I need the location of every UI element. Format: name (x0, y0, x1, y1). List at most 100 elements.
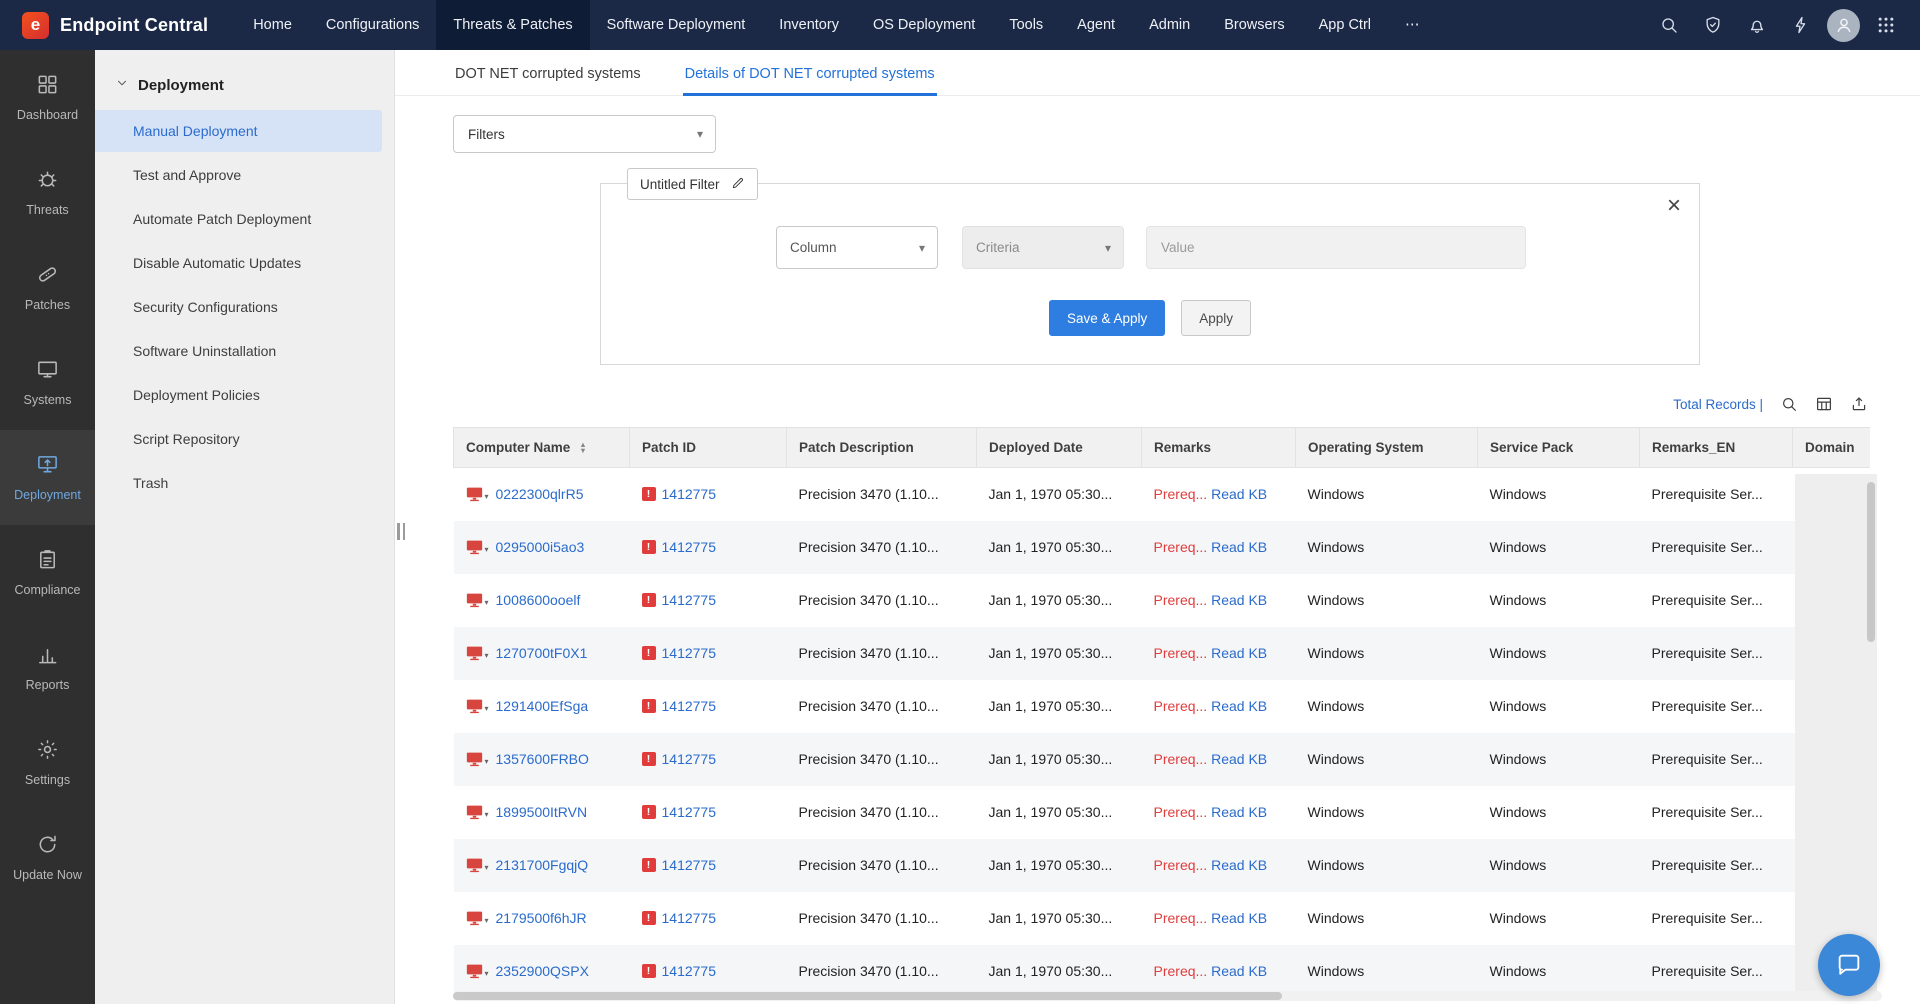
column-header-remarks-en[interactable]: Remarks_EN (1639, 427, 1793, 468)
read-kb-link[interactable]: Read KB (1211, 804, 1267, 820)
horizontal-scrollbar[interactable] (453, 991, 1882, 1001)
patch-id-link[interactable]: 1412775 (662, 486, 717, 502)
close-filter-icon[interactable]: × (1667, 194, 1681, 218)
read-kb-link[interactable]: Read KB (1211, 963, 1267, 979)
nav-item-home[interactable]: Home (236, 0, 309, 50)
computer-name-link[interactable]: 2179500f6hJR (496, 910, 587, 926)
nav-item-os-deployment[interactable]: OS Deployment (856, 0, 992, 50)
device-menu-caret-icon[interactable]: ▾ (485, 545, 489, 554)
computer-name-link[interactable]: 2131700FgqjQ (496, 857, 589, 873)
read-kb-link[interactable]: Read KB (1211, 592, 1267, 608)
sidebar-item-deployment-policies[interactable]: Deployment Policies (95, 374, 382, 416)
column-chooser-icon[interactable] (1815, 395, 1833, 413)
nav-item-inventory[interactable]: Inventory (762, 0, 856, 50)
computer-name-link[interactable]: 1291400EfSga (496, 698, 589, 714)
computer-name-link[interactable]: 1270700tF0X1 (496, 645, 588, 661)
nav-item-more[interactable]: ⋯ (1388, 0, 1437, 50)
rail-item-dashboard[interactable]: Dashboard (0, 50, 95, 145)
read-kb-link[interactable]: Read KB (1211, 486, 1267, 502)
total-records-link[interactable]: Total Records | (1673, 397, 1763, 412)
computer-name-link[interactable]: 1357600FRBO (496, 751, 589, 767)
sidebar-item-manual-deployment[interactable]: Manual Deployment (95, 110, 382, 152)
notifications-icon[interactable] (1739, 7, 1775, 43)
sidebar-section-header[interactable]: Deployment (95, 50, 394, 110)
device-menu-caret-icon[interactable]: ▾ (485, 598, 489, 607)
rail-item-compliance[interactable]: Compliance (0, 525, 95, 620)
nav-item-configurations[interactable]: Configurations (309, 0, 437, 50)
column-header-deployed-date[interactable]: Deployed Date (976, 427, 1142, 468)
read-kb-link[interactable]: Read KB (1211, 698, 1267, 714)
rail-item-patches[interactable]: Patches (0, 240, 95, 335)
sidebar-item-test-and-approve[interactable]: Test and Approve (95, 154, 382, 196)
search-records-icon[interactable] (1780, 395, 1798, 413)
search-icon[interactable] (1651, 7, 1687, 43)
column-header-remarks[interactable]: Remarks (1141, 427, 1296, 468)
panel-resize-handle[interactable] (397, 523, 405, 540)
quick-actions-icon[interactable] (1783, 7, 1819, 43)
device-menu-caret-icon[interactable]: ▾ (485, 651, 489, 660)
device-menu-caret-icon[interactable]: ▾ (485, 757, 489, 766)
computer-name-link[interactable]: 0295000i5ao3 (496, 539, 585, 555)
nav-item-tools[interactable]: Tools (992, 0, 1060, 50)
tab-details-of-dot-net-corrupted-systems[interactable]: Details of DOT NET corrupted systems (682, 56, 937, 96)
device-menu-caret-icon[interactable]: ▾ (485, 863, 489, 872)
device-menu-caret-icon[interactable]: ▾ (485, 969, 489, 978)
nav-item-threats-patches[interactable]: Threats & Patches (436, 0, 590, 50)
apps-grid-icon[interactable] (1868, 7, 1904, 43)
assistant-fab[interactable] (1818, 934, 1880, 996)
column-select[interactable]: Column ▾ (776, 226, 938, 269)
read-kb-link[interactable]: Read KB (1211, 910, 1267, 926)
sidebar-item-software-uninstallation[interactable]: Software Uninstallation (95, 330, 382, 372)
edit-filter-icon[interactable] (731, 176, 745, 193)
sidebar-item-security-configurations[interactable]: Security Configurations (95, 286, 382, 328)
brand[interactable]: e Endpoint Central (0, 0, 236, 50)
value-input[interactable] (1146, 226, 1526, 269)
horizontal-scroll-thumb[interactable] (453, 992, 1282, 1000)
patch-id-link[interactable]: 1412775 (662, 857, 717, 873)
nav-item-app-ctrl[interactable]: App Ctrl (1302, 0, 1388, 50)
column-header-computer-name[interactable]: Computer Name ▲ ▼ (453, 427, 630, 468)
sort-arrows-icon[interactable]: ▲ ▼ (579, 441, 586, 455)
table-vertical-scrollbar[interactable] (1795, 474, 1877, 992)
sidebar-item-trash[interactable]: Trash (95, 462, 382, 504)
export-icon[interactable] (1850, 395, 1868, 413)
patch-id-link[interactable]: 1412775 (662, 963, 717, 979)
device-menu-caret-icon[interactable]: ▾ (485, 810, 489, 819)
nav-item-agent[interactable]: Agent (1060, 0, 1132, 50)
rail-item-update-now[interactable]: Update Now (0, 810, 95, 905)
rail-item-threats[interactable]: Threats (0, 145, 95, 240)
device-menu-caret-icon[interactable]: ▾ (485, 704, 489, 713)
rail-item-deployment[interactable]: Deployment (0, 430, 95, 525)
rail-item-systems[interactable]: Systems (0, 335, 95, 430)
vertical-scroll-thumb[interactable] (1867, 482, 1875, 642)
column-header-patch-id[interactable]: Patch ID (629, 427, 787, 468)
nav-item-software-deployment[interactable]: Software Deployment (590, 0, 763, 50)
filter-name-chip[interactable]: Untitled Filter (627, 168, 758, 200)
criteria-select[interactable]: Criteria ▾ (962, 226, 1124, 269)
column-header-operating-system[interactable]: Operating System (1295, 427, 1478, 468)
sidebar-item-script-repository[interactable]: Script Repository (95, 418, 382, 460)
rail-item-settings[interactable]: Settings (0, 715, 95, 810)
rail-item-reports[interactable]: Reports (0, 620, 95, 715)
read-kb-link[interactable]: Read KB (1211, 751, 1267, 767)
save-apply-button[interactable]: Save & Apply (1048, 300, 1166, 336)
read-kb-link[interactable]: Read KB (1211, 857, 1267, 873)
patch-id-link[interactable]: 1412775 (662, 698, 717, 714)
patch-id-link[interactable]: 1412775 (662, 910, 717, 926)
patch-id-link[interactable]: 1412775 (662, 645, 717, 661)
computer-name-link[interactable]: 0222300qlrR5 (496, 486, 584, 502)
computer-name-link[interactable]: 1008600ooelf (496, 592, 581, 608)
device-menu-caret-icon[interactable]: ▾ (485, 492, 489, 501)
read-kb-link[interactable]: Read KB (1211, 645, 1267, 661)
computer-name-link[interactable]: 2352900QSPX (496, 963, 589, 979)
column-header-domain[interactable]: Domain (1792, 427, 1870, 468)
nav-item-browsers[interactable]: Browsers (1207, 0, 1301, 50)
read-kb-link[interactable]: Read KB (1211, 539, 1267, 555)
user-avatar[interactable] (1827, 8, 1860, 42)
security-status-icon[interactable] (1695, 7, 1731, 43)
patch-id-link[interactable]: 1412775 (662, 804, 717, 820)
nav-item-admin[interactable]: Admin (1132, 0, 1207, 50)
filters-dropdown[interactable]: Filters ▾ (453, 115, 716, 153)
column-header-patch-description[interactable]: Patch Description (786, 427, 977, 468)
tab-dot-net-corrupted-systems[interactable]: DOT NET corrupted systems (453, 56, 643, 96)
